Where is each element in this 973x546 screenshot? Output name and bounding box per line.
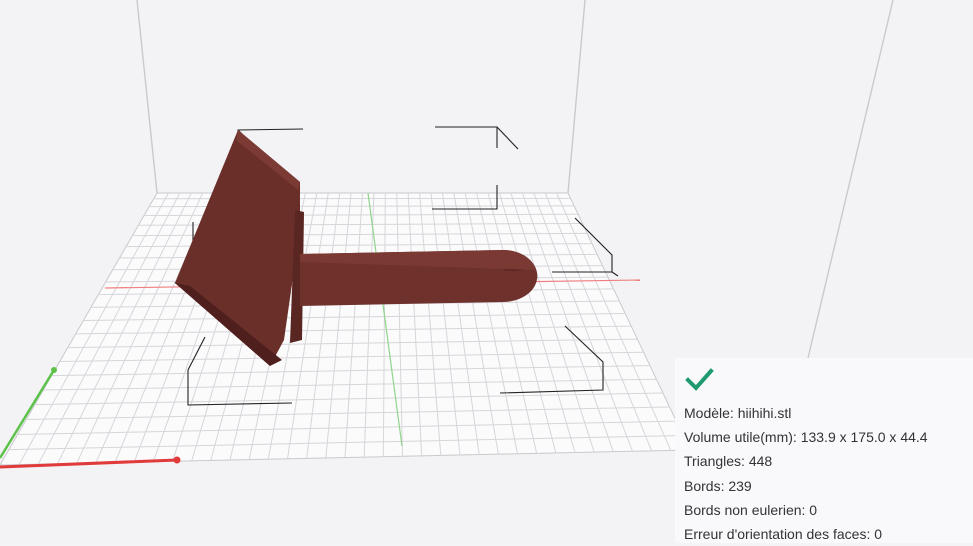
origin-x-axis-tip	[174, 457, 181, 464]
checkmark-icon	[684, 366, 714, 394]
orientation-errors: Erreur d'orientation des faces: 0	[684, 522, 973, 546]
model-volume: Volume utile(mm): 133.9 x 175.0 x 44.4	[684, 425, 973, 449]
model-name: Modèle: hiihihi.stl	[684, 401, 973, 425]
edge-count: Bords: 239	[684, 474, 973, 498]
3d-viewport[interactable]: Modèle: hiihihi.stl Volume utile(mm): 13…	[0, 0, 973, 543]
triangle-count: Triangles: 448	[684, 449, 973, 473]
non-eulerian-edges: Bords non eulerien: 0	[684, 498, 973, 522]
model-info-panel: Modèle: hiihihi.stl Volume utile(mm): 13…	[675, 358, 973, 543]
origin-y-axis-tip	[51, 367, 57, 373]
